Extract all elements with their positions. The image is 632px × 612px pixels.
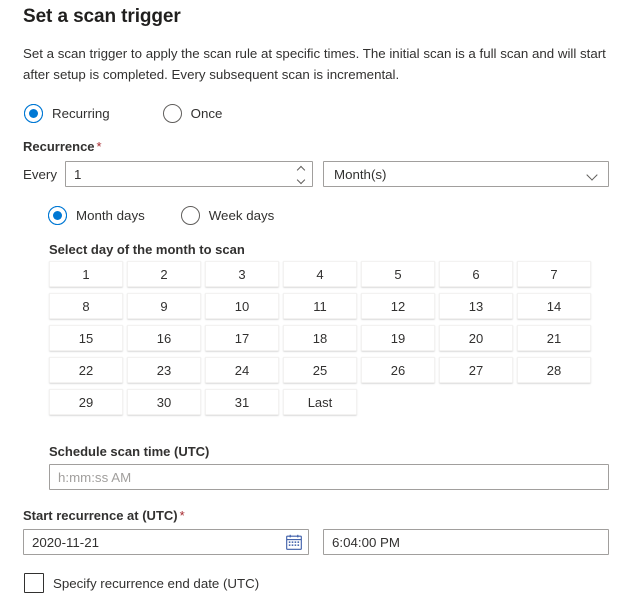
day-cell[interactable]: 3 xyxy=(205,261,279,287)
day-cell[interactable]: Last xyxy=(283,389,357,415)
radio-once-label: Once xyxy=(190,106,223,121)
radio-recurring-mark xyxy=(24,104,43,123)
start-time-input[interactable] xyxy=(323,529,609,555)
day-cell[interactable]: 1 xyxy=(49,261,123,287)
day-cell[interactable]: 7 xyxy=(517,261,591,287)
day-cell[interactable]: 29 xyxy=(49,389,123,415)
every-input[interactable] xyxy=(65,161,313,187)
radio-once-mark xyxy=(162,104,182,123)
schedule-time-label: Schedule scan time (UTC) xyxy=(49,444,210,459)
schedule-time-input[interactable] xyxy=(49,464,609,490)
day-cell[interactable]: 15 xyxy=(49,325,123,351)
start-recurrence-label: Start recurrence at (UTC) * xyxy=(23,508,185,523)
trigger-mode-radio-group: Recurring Once xyxy=(24,104,222,123)
day-cell[interactable]: 9 xyxy=(127,293,201,319)
recurrence-unit-value: Month(s) xyxy=(334,166,387,182)
day-cell[interactable]: 11 xyxy=(283,293,357,319)
every-spinner xyxy=(290,162,312,186)
chevron-down-icon xyxy=(587,171,598,178)
day-cell[interactable]: 12 xyxy=(361,293,435,319)
radio-week-days-mark xyxy=(180,206,200,225)
day-cell[interactable]: 28 xyxy=(517,357,591,383)
every-label: Every xyxy=(23,166,57,182)
day-cell[interactable]: 17 xyxy=(205,325,279,351)
radio-recurring[interactable]: Recurring xyxy=(24,104,110,123)
day-cell[interactable]: 23 xyxy=(127,357,201,383)
day-cell[interactable]: 16 xyxy=(127,325,201,351)
day-selection-grid: 1 2 3 4 5 6 7 8 9 10 11 12 13 14 15 16 17 18 19 20 21 22 23 24 2… xyxy=(49,261,595,415)
radio-recurring-label: Recurring xyxy=(52,106,110,121)
scan-trigger-panel: Set a scan trigger Set a scan trigger to… xyxy=(0,0,632,612)
every-input-wrapper xyxy=(65,161,313,187)
radio-month-days-label: Month days xyxy=(76,208,145,223)
day-cell[interactable]: 24 xyxy=(205,357,279,383)
start-date-input[interactable] xyxy=(23,529,309,555)
day-cell[interactable]: 2 xyxy=(127,261,201,287)
day-cell[interactable]: 21 xyxy=(517,325,591,351)
recurrence-label-text: Recurrence xyxy=(23,139,95,154)
radio-month-days[interactable]: Month days xyxy=(48,206,145,225)
page-description: Set a scan trigger to apply the scan rul… xyxy=(23,46,606,82)
chevron-down-icon xyxy=(297,178,305,183)
day-cell[interactable]: 13 xyxy=(439,293,513,319)
end-date-checkbox-row[interactable]: Specify recurrence end date (UTC) xyxy=(24,573,259,593)
radio-week-days-label: Week days xyxy=(208,208,275,223)
day-cell[interactable]: 22 xyxy=(49,357,123,383)
day-cell[interactable]: 26 xyxy=(361,357,435,383)
day-cell[interactable]: 14 xyxy=(517,293,591,319)
radio-week-days[interactable]: Week days xyxy=(180,206,275,225)
page-title: Set a scan trigger xyxy=(23,6,181,27)
day-cell[interactable]: 30 xyxy=(127,389,201,415)
select-day-label: Select day of the month to scan xyxy=(49,242,245,257)
day-cell[interactable]: 10 xyxy=(205,293,279,319)
end-date-checkbox[interactable] xyxy=(24,573,44,593)
chevron-up-icon xyxy=(297,166,305,171)
day-cell[interactable]: 27 xyxy=(439,357,513,383)
day-cell[interactable]: 19 xyxy=(361,325,435,351)
day-cell[interactable]: 31 xyxy=(205,389,279,415)
start-recurrence-required-marker: * xyxy=(179,508,185,523)
day-cell[interactable]: 20 xyxy=(439,325,513,351)
start-date-wrapper xyxy=(23,529,309,555)
start-recurrence-label-text: Start recurrence at (UTC) xyxy=(23,508,178,523)
end-date-checkbox-label: Specify recurrence end date (UTC) xyxy=(53,575,260,591)
recurrence-every-row: Every xyxy=(23,161,313,187)
calendar-icon[interactable] xyxy=(286,534,302,550)
recurrence-label: Recurrence * xyxy=(23,139,102,154)
day-mode-radio-group: Month days Week days xyxy=(48,206,274,225)
day-cell[interactable]: 5 xyxy=(361,261,435,287)
radio-once[interactable]: Once xyxy=(162,104,223,123)
recurrence-required-marker: * xyxy=(96,139,102,154)
spinner-down-button[interactable] xyxy=(290,174,312,186)
recurrence-unit-dropdown[interactable]: Month(s) xyxy=(323,161,609,187)
day-cell[interactable]: 4 xyxy=(283,261,357,287)
radio-month-days-mark xyxy=(48,206,67,225)
day-cell[interactable]: 18 xyxy=(283,325,357,351)
day-cell[interactable]: 6 xyxy=(439,261,513,287)
day-cell[interactable]: 25 xyxy=(283,357,357,383)
spinner-up-button[interactable] xyxy=(290,162,312,174)
day-cell[interactable]: 8 xyxy=(49,293,123,319)
